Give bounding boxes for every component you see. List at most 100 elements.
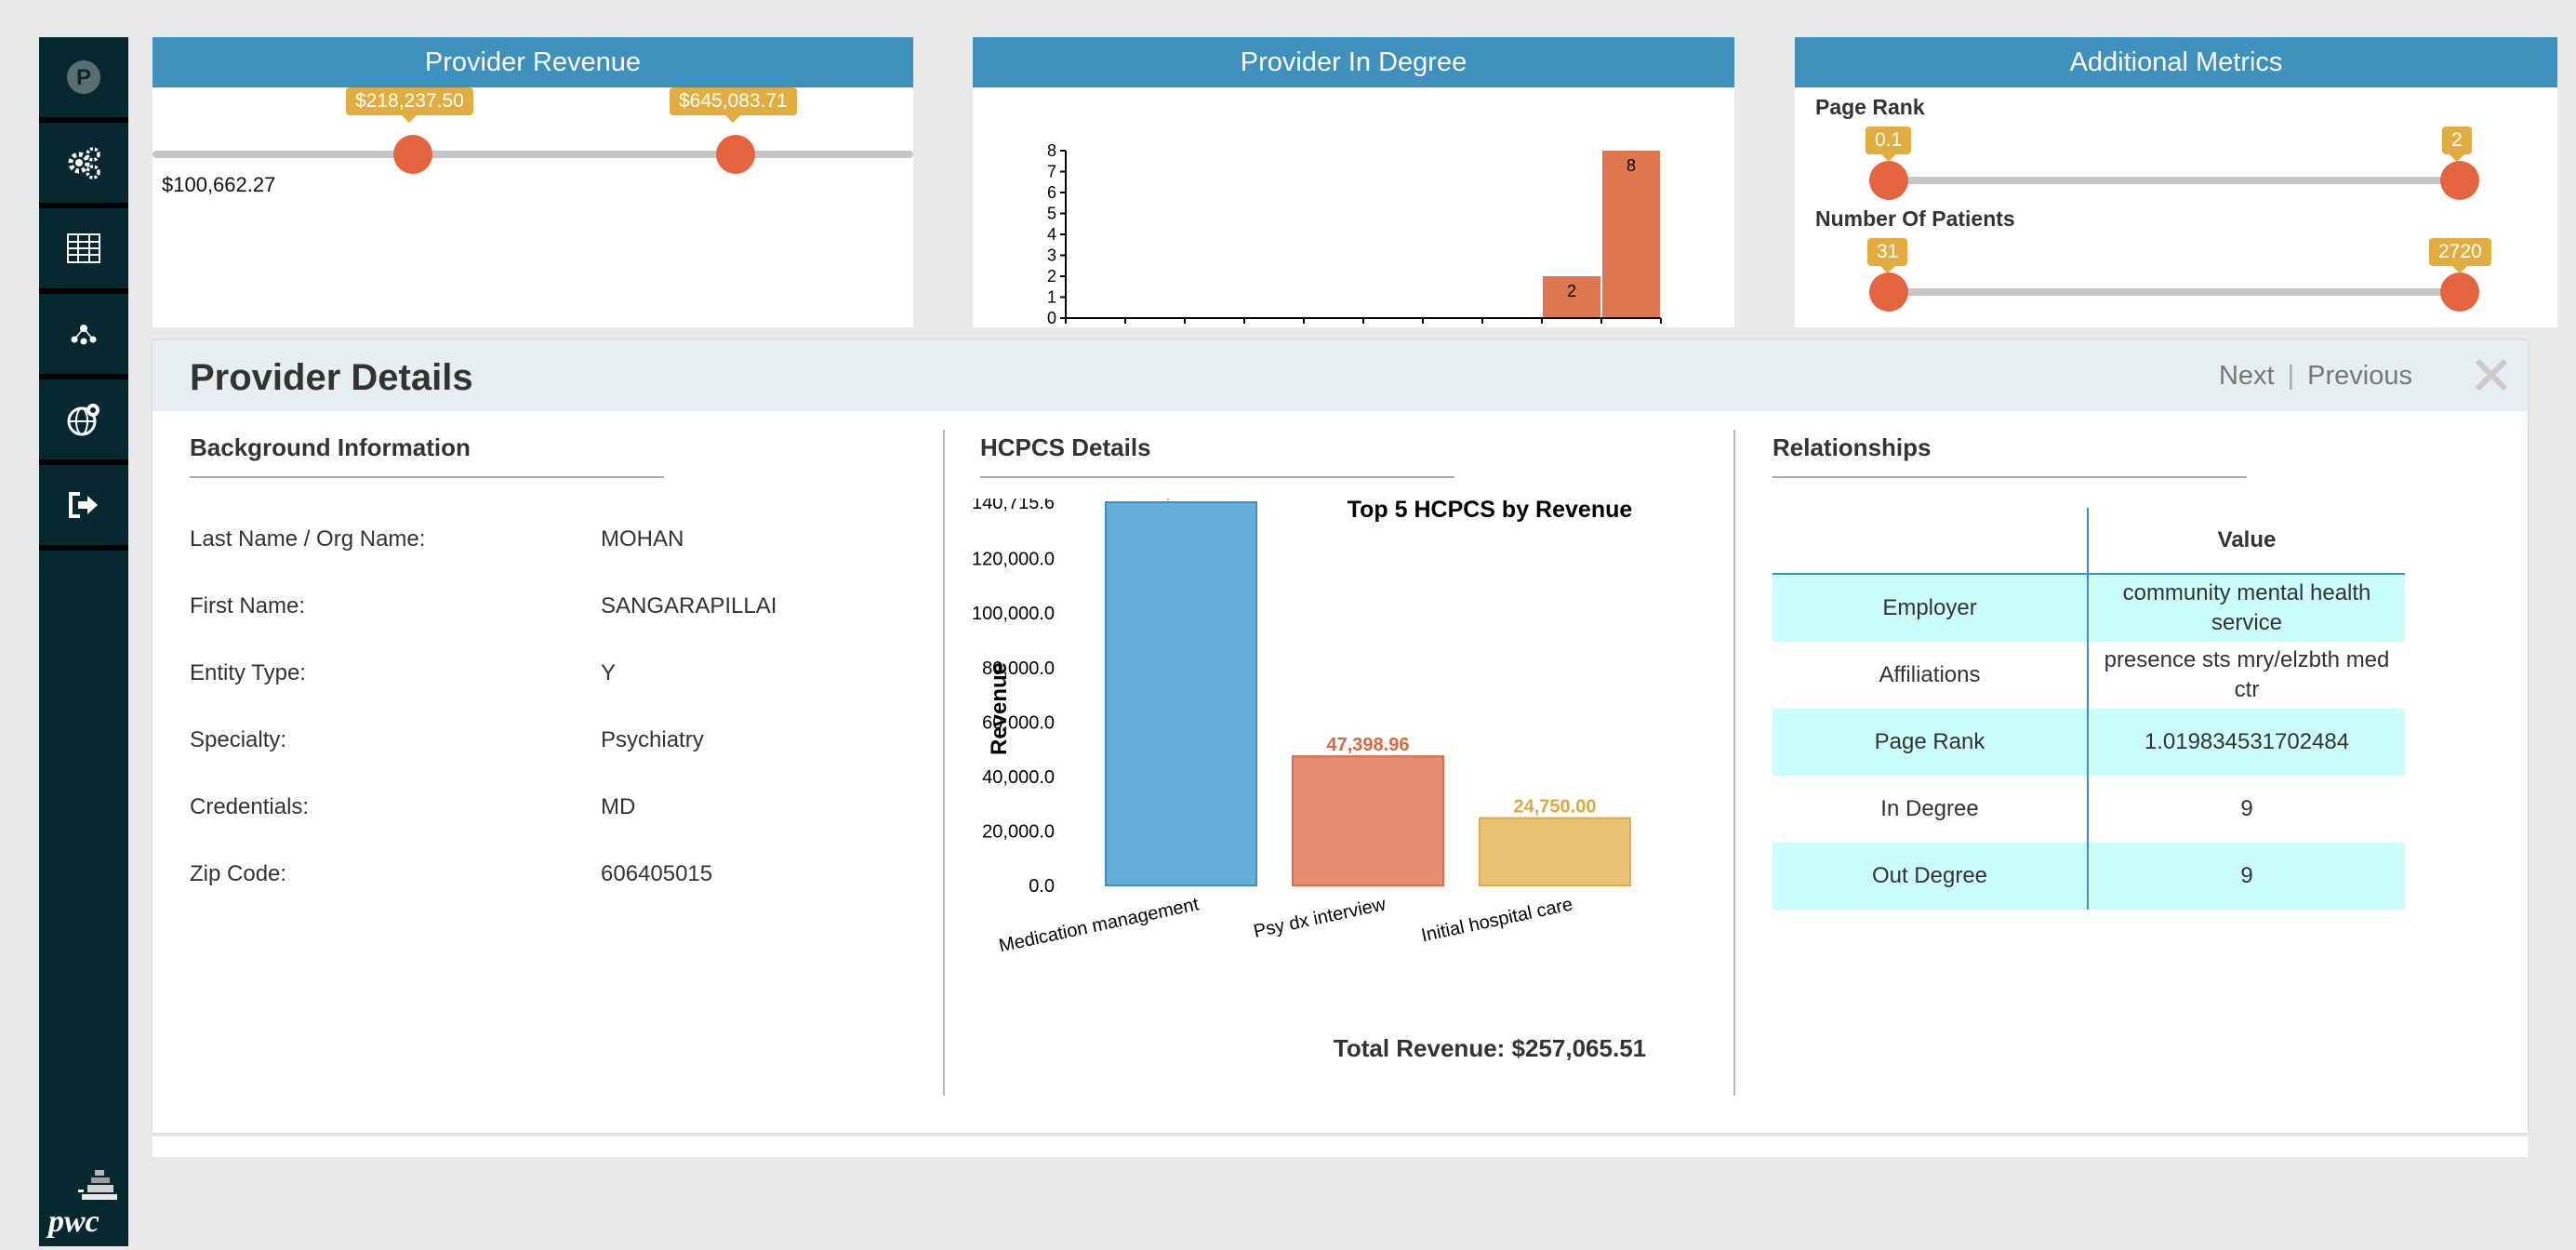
total-revenue: Total Revenue: $257,065.51	[1334, 1034, 1646, 1062]
additional-metrics-panel: Additional Metrics Page Rank 0.1 2 Numbe…	[1795, 37, 2557, 327]
relationships-table: Value Employer community mental health s…	[1773, 508, 2405, 910]
sidebar-item-logout[interactable]	[39, 465, 128, 551]
patients-low-tag: 31	[1867, 238, 1908, 273]
y-tick-label: 3	[1047, 246, 1056, 265]
first-name-value: SANGARAPILLAI	[601, 593, 777, 618]
revenue-slider-track[interactable]	[153, 151, 913, 158]
y-tick-label: 6	[1047, 183, 1056, 202]
relationship-key: Affiliations	[1773, 642, 2089, 709]
pager-separator: |	[2287, 361, 2295, 391]
revenue-high-handle[interactable]	[716, 135, 755, 174]
relationships-heading: Relationships	[1773, 433, 1932, 461]
y-tick-label: 8	[1047, 141, 1056, 160]
gears-icon	[68, 147, 100, 180]
y-tick-label: 2	[1047, 267, 1056, 286]
bar	[1292, 755, 1444, 886]
histogram-bar-label: 8	[1627, 156, 1636, 175]
close-icon[interactable]	[2470, 353, 2513, 396]
relationships-header-row: Value	[1773, 508, 2405, 575]
y-tick-label: 60,000.0	[982, 712, 1055, 733]
credentials-label: Credentials:	[190, 794, 310, 819]
table-row: In Degree 9	[1773, 776, 2405, 843]
relationships-rule	[1773, 476, 2247, 478]
page-rank-slider-track[interactable]	[1888, 177, 2466, 184]
relationship-value: 9	[2240, 863, 2253, 888]
network-icon	[71, 325, 97, 345]
svg-text:pwc: pwc	[46, 1204, 100, 1239]
bar-value-label: 140,715.60	[1135, 499, 1228, 501]
specialty-value: Psychiatry	[601, 727, 704, 752]
column-divider-1	[943, 430, 945, 1096]
grid-icon	[67, 233, 100, 263]
hcpcs-rule	[980, 476, 1454, 478]
bar-value-label: 47,398.96	[1327, 735, 1410, 755]
sidebar: P pwc	[39, 37, 128, 1246]
y-tick-label: 140,715.6	[972, 499, 1055, 513]
credentials-value: MD	[601, 794, 636, 819]
patients-high-tag: 2720	[2429, 238, 2491, 273]
page-rank-low-handle[interactable]	[1869, 161, 1908, 200]
hcpcs-revenue-chart: Top 5 HCPCS by RevenueRevenue0.020,000.0…	[972, 499, 1646, 1062]
provider-in-degree-title: Provider In Degree	[973, 37, 1734, 87]
y-tick-label: 0	[1047, 309, 1056, 327]
histogram-bar	[1602, 151, 1660, 318]
specialty-label: Specialty:	[190, 727, 287, 752]
first-name-label: First Name:	[190, 593, 306, 618]
sidebar-item-settings[interactable]	[39, 123, 128, 208]
revenue-high-value-tag: $645,083.71	[670, 87, 797, 123]
relationship-value: 9	[2240, 796, 2253, 821]
patients-low-handle[interactable]	[1869, 273, 1908, 312]
next-link[interactable]: Next	[2219, 361, 2275, 391]
sidebar-item-globe[interactable]	[39, 379, 128, 465]
pager: Next | Previous	[2219, 361, 2412, 392]
revenue-min-label: $100,662.27	[162, 173, 276, 196]
y-tick-label: 0.0	[1029, 876, 1055, 897]
y-tick-label: 80,000.0	[982, 658, 1055, 679]
bottom-strip	[153, 1137, 2528, 1157]
y-tick-label: 1	[1047, 288, 1056, 307]
page-rank-high-tag: 2	[2442, 126, 2472, 162]
page-rank-high-handle[interactable]	[2440, 161, 2479, 200]
sidebar-item-network[interactable]	[39, 294, 128, 379]
y-tick-label: 120,000.0	[972, 550, 1055, 570]
relationships-header-value: Value	[2217, 527, 2277, 552]
y-tick-label: 100,000.0	[972, 604, 1055, 624]
patients-slider-track[interactable]	[1888, 288, 2466, 296]
last-name-value: MOHAN	[601, 526, 684, 552]
provider-details-panel: Provider Details Next | Previous Backgroun…	[153, 340, 2528, 1133]
zip-code-label: Zip Code:	[190, 861, 287, 886]
revenue-low-handle[interactable]	[393, 135, 432, 174]
additional-metrics-title: Additional Metrics	[1795, 37, 2557, 87]
background-heading: Background Information	[190, 433, 471, 461]
table-row: Affiliations presence sts mry/elzbth med…	[1773, 642, 2405, 709]
y-tick-label: 4	[1047, 225, 1056, 244]
category-label: Initial hospital care	[1419, 894, 1574, 946]
provider-details-header: Provider Details Next | Previous	[153, 340, 2528, 411]
relationship-key: Out Degree	[1773, 843, 2089, 910]
sidebar-item-profile[interactable]: P	[39, 37, 128, 123]
sign-out-icon	[69, 492, 98, 518]
patients-high-handle[interactable]	[2440, 273, 2479, 312]
category-label: Medication management	[997, 894, 1201, 956]
table-row: Out Degree 9	[1773, 843, 2405, 910]
entity-type-value: Y	[601, 660, 617, 685]
globe-marker-icon	[67, 404, 100, 436]
entity-type-label: Entity Type:	[190, 660, 306, 685]
y-tick-label: 7	[1047, 163, 1056, 181]
zip-code-value: 606405015	[601, 861, 713, 886]
in-degree-histogram: 28012345678910012345678	[1047, 141, 1662, 327]
provider-revenue-panel: Provider Revenue $218,237.50 $645,083.71…	[153, 37, 913, 327]
page-rank-low-tag: 0.1	[1866, 126, 1912, 162]
profile-p-icon: P	[67, 60, 100, 94]
histogram-bar-label: 2	[1567, 282, 1576, 300]
provider-details-title: Provider Details	[190, 357, 473, 398]
sidebar-item-table[interactable]	[39, 208, 128, 294]
previous-link[interactable]: Previous	[2307, 361, 2412, 391]
table-row: Page Rank 1.019834531702484	[1773, 709, 2405, 776]
background-rule	[190, 476, 664, 478]
bar	[1105, 501, 1257, 886]
relationship-value: community mental health service	[2122, 580, 2371, 635]
svg-text:P: P	[76, 65, 91, 90]
pwc-logo: pwc	[46, 1170, 117, 1239]
relationship-value: presence sts mry/elzbth med ctr	[2104, 647, 2390, 702]
